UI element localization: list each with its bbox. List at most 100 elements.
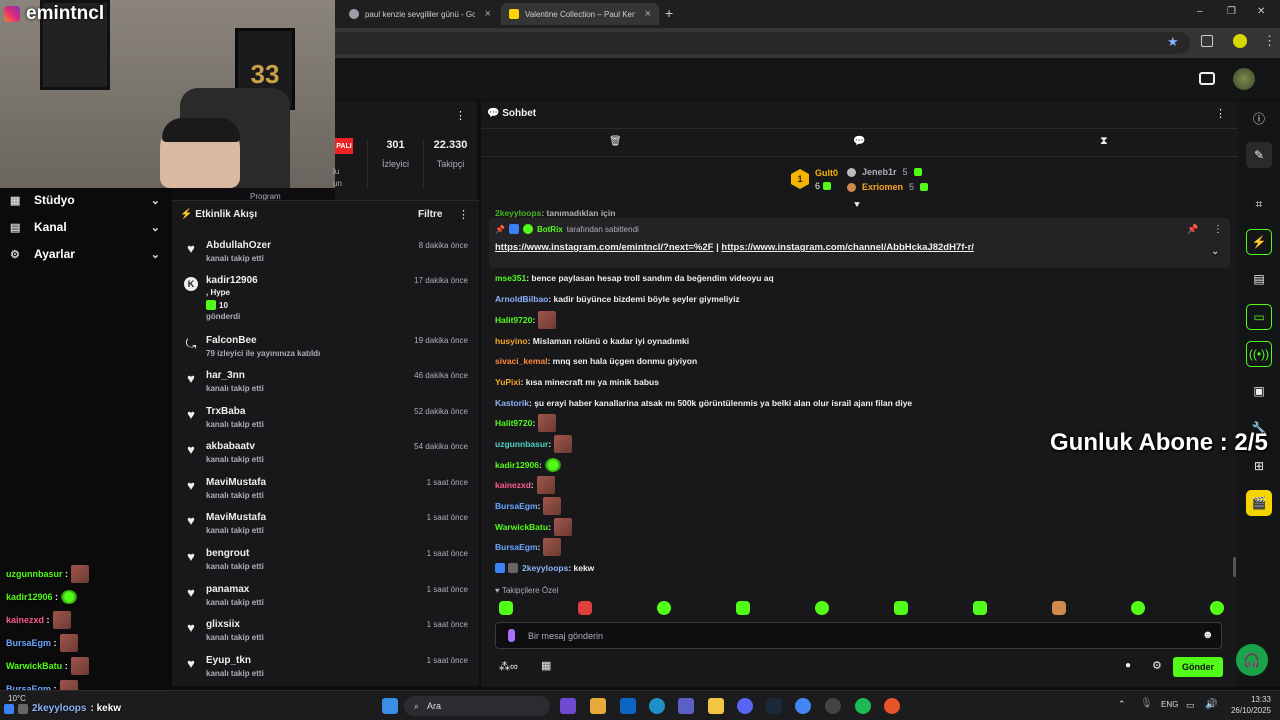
- document-icon[interactable]: ▤: [1246, 266, 1272, 292]
- emote-bar: [495, 601, 1225, 617]
- mic-icon[interactable]: 🎙: [1140, 698, 1153, 709]
- message-icon[interactable]: 💬: [853, 136, 865, 147]
- overlay-chat-line: kadir12906 :: [6, 587, 78, 607]
- follower-label: Takipçi: [436, 159, 465, 169]
- emote: [59, 634, 78, 652]
- emote-button[interactable]: [736, 601, 750, 615]
- close-tab-icon[interactable]: ×: [485, 8, 491, 20]
- app-icon[interactable]: [884, 698, 900, 714]
- teams-icon[interactable]: [678, 698, 694, 714]
- emote-button[interactable]: [1052, 601, 1066, 615]
- chrome-icon[interactable]: [795, 698, 811, 714]
- sidebar-item-settings[interactable]: ⚙ Ayarlar ⌄: [10, 243, 160, 265]
- users-infinity-icon[interactable]: ⁂∞: [499, 660, 518, 673]
- emote-button[interactable]: [1131, 601, 1145, 615]
- new-tab-button[interactable]: +: [665, 5, 673, 21]
- chat-message: Halit9720:: [495, 413, 557, 433]
- pinned-menu-icon[interactable]: ⋮: [1213, 224, 1223, 235]
- emote-button[interactable]: [973, 601, 987, 615]
- clapper-icon[interactable]: 🎬: [1246, 490, 1272, 516]
- app-icon[interactable]: [560, 698, 576, 714]
- steam-icon[interactable]: [766, 698, 782, 714]
- user-avatar[interactable]: [1233, 68, 1255, 90]
- language-indicator[interactable]: ENG: [1161, 700, 1178, 709]
- store-icon[interactable]: ▦: [541, 659, 551, 672]
- discord-icon[interactable]: [737, 698, 753, 714]
- chat-icon[interactable]: ▭: [1246, 304, 1272, 330]
- lightning-icon: ⚡: [180, 209, 193, 220]
- browser-tab-1[interactable]: paul kenzie sevgililer günü - Go ×: [341, 3, 499, 25]
- info-icon[interactable]: ⓘ: [1246, 105, 1272, 131]
- browser-tab-2[interactable]: Valentine Collection – Paul Ken ×: [501, 3, 659, 25]
- clock[interactable]: 13:33 26/10/2025: [1225, 694, 1271, 716]
- volume-icon[interactable]: 🔊: [1205, 699, 1217, 710]
- instagram-icon: [4, 6, 20, 22]
- weather-widget[interactable]: 10°C: [8, 694, 26, 703]
- emote-button[interactable]: [815, 601, 829, 615]
- outlook-icon[interactable]: [620, 698, 636, 714]
- overlay-chat-line: kainezxd :: [6, 610, 71, 630]
- pinned-link[interactable]: https://www.instagram.com/channel/AbbHck…: [721, 242, 974, 253]
- spotify-icon[interactable]: [855, 698, 871, 714]
- kick-coin-icon: [206, 300, 216, 310]
- feed-filter-button[interactable]: Filtre: [418, 209, 442, 220]
- hourglass-icon[interactable]: ⧗: [1100, 135, 1108, 148]
- close-window-button[interactable]: ✕: [1257, 6, 1265, 17]
- network-icon[interactable]: ▭: [1186, 700, 1195, 711]
- unpin-icon[interactable]: 📌: [1187, 224, 1198, 235]
- layout-icon[interactable]: ▣: [1246, 378, 1272, 404]
- sidebar-item-channel[interactable]: ▤ Kanal ⌄: [10, 216, 160, 238]
- emote-button[interactable]: [657, 601, 671, 615]
- mic-icon[interactable]: [508, 629, 515, 642]
- tray-chevron-icon[interactable]: ⌃: [1118, 699, 1126, 710]
- chat-settings-icon[interactable]: ⚙: [1152, 659, 1162, 672]
- lightning-icon[interactable]: ⚡: [1246, 229, 1272, 255]
- chat-input[interactable]: Bir mesaj gönderin ☻: [495, 622, 1222, 649]
- sub-badge-icon: [18, 703, 28, 714]
- extensions-icon[interactable]: [1201, 35, 1213, 47]
- chat-message: kadir12906:: [495, 455, 561, 475]
- restore-button[interactable]: ❐: [1227, 6, 1236, 17]
- support-headset-button[interactable]: 🎧: [1236, 644, 1268, 676]
- stats-menu-icon[interactable]: ⋮: [455, 109, 466, 122]
- emote-button[interactable]: [499, 601, 513, 615]
- heart-icon: ♥: [187, 620, 195, 635]
- address-bar[interactable]: [335, 32, 1190, 54]
- windows-start-icon[interactable]: [382, 698, 398, 714]
- leader-name[interactable]: Gult0: [815, 168, 838, 178]
- emote-button[interactable]: [1210, 601, 1224, 615]
- edge-icon[interactable]: [649, 698, 665, 714]
- collapse-icon[interactable]: ⯆: [853, 200, 861, 211]
- profile-avatar[interactable]: [1233, 34, 1247, 48]
- pinned-message: 📌 BotRix tarafından sabitlendi https://www…: [489, 218, 1230, 268]
- bronze-badge-icon: [847, 182, 856, 192]
- chat-scrollbar[interactable]: [1233, 557, 1236, 577]
- sidebar-item-studio[interactable]: ▦ Stüdyo ⌄: [10, 189, 160, 211]
- bot-badge-icon: [508, 224, 519, 234]
- emote-button[interactable]: [578, 601, 592, 615]
- crop-icon[interactable]: ⌗: [1246, 191, 1272, 217]
- feed-item: ♥ bengrout kanalı takip etti 1 saat önce: [172, 546, 479, 582]
- bookmark-star-icon[interactable]: ★: [1167, 34, 1179, 50]
- app-icon[interactable]: [590, 698, 606, 714]
- taskbar-search[interactable]: ⌕ Ara: [404, 696, 550, 716]
- minimize-button[interactable]: –: [1197, 6, 1203, 17]
- pinned-link[interactable]: https://www.instagram.com/emintncl/?next…: [495, 242, 713, 253]
- chat-user-icon[interactable]: ●: [1125, 660, 1131, 671]
- emoji-icon[interactable]: ☻: [1202, 629, 1214, 641]
- app-icon[interactable]: [825, 698, 841, 714]
- broadcast-icon[interactable]: ((•)): [1246, 341, 1272, 367]
- gift-icon: [823, 182, 832, 190]
- search-icon: ⌕: [414, 700, 420, 711]
- expand-chevron-icon[interactable]: ⌄: [1211, 246, 1219, 257]
- browser-menu-icon[interactable]: ⋮: [1263, 33, 1276, 49]
- emote-button[interactable]: [894, 601, 908, 615]
- send-button[interactable]: Gönder: [1173, 657, 1223, 677]
- trash-icon[interactable]: 🗑: [609, 136, 622, 147]
- theater-mode-icon[interactable]: [1199, 72, 1215, 85]
- close-tab-icon[interactable]: ×: [645, 8, 651, 20]
- folder-icon[interactable]: [708, 698, 724, 714]
- feed-menu-icon[interactable]: ⋮: [458, 208, 469, 221]
- chat-menu-icon[interactable]: ⋮: [1215, 107, 1226, 120]
- pencil-icon[interactable]: ✎: [1246, 142, 1272, 168]
